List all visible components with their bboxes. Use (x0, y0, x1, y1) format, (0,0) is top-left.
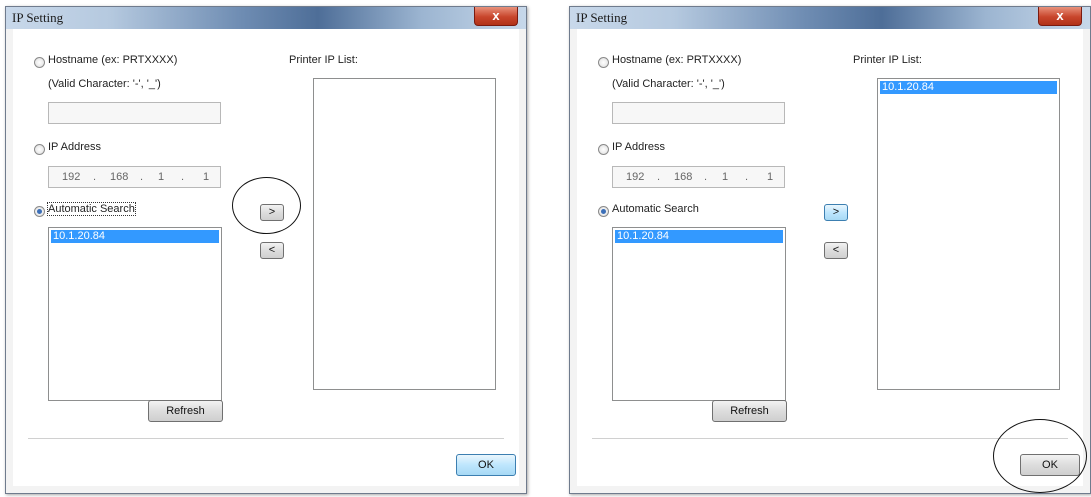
ip-setting-dialog-right: IP Setting x Hostname (ex: PRTXXXX) (Val… (569, 6, 1091, 494)
hostname-radio[interactable] (34, 57, 45, 68)
search-results-list[interactable]: 10.1.20.84 (48, 227, 222, 401)
search-results-list[interactable]: 10.1.20.84 (612, 227, 786, 401)
remove-from-list-button[interactable]: < (260, 242, 284, 259)
ip-octet-4: 1 (767, 171, 774, 183)
printer-ip-list[interactable] (313, 78, 496, 390)
close-button[interactable]: x (1038, 7, 1082, 26)
ip-setting-dialog-left: IP Setting x Hostname (ex: PRTXXXX) (Val… (5, 6, 527, 494)
valid-character-label: (Valid Character: '-', '_') (48, 78, 161, 90)
ip-dot-2: . (704, 171, 708, 183)
title-bar[interactable]: IP Setting x (6, 7, 526, 29)
ok-button[interactable]: OK (456, 454, 516, 476)
ip-address-field[interactable]: 192 . 168 . 1 . 1 (612, 166, 785, 188)
refresh-button[interactable]: Refresh (148, 400, 223, 422)
dialog-title: IP Setting (576, 10, 628, 25)
ip-dot-2: . (140, 171, 144, 183)
ip-octet-3: 1 (158, 171, 165, 183)
ip-address-field[interactable]: 192 . 168 . 1 . 1 (48, 166, 221, 188)
ip-dot-3: . (745, 171, 749, 183)
printer-ip-list[interactable]: 10.1.20.84 (877, 78, 1060, 390)
ip-octet-1: 192 (62, 171, 81, 183)
ip-octet-2: 168 (110, 171, 129, 183)
hostname-input[interactable] (48, 102, 221, 124)
automatic-search-label: Automatic Search (612, 203, 699, 215)
hostname-radio[interactable] (598, 57, 609, 68)
refresh-button[interactable]: Refresh (712, 400, 787, 422)
title-bar[interactable]: IP Setting x (570, 7, 1090, 29)
dialog-title: IP Setting (12, 10, 64, 25)
hostname-label: Hostname (ex: PRTXXXX) (612, 54, 742, 66)
valid-character-label: (Valid Character: '-', '_') (612, 78, 725, 90)
dialog-body: Hostname (ex: PRTXXXX) (Valid Character:… (577, 29, 1083, 486)
hostname-input[interactable] (612, 102, 785, 124)
divider (592, 438, 1068, 439)
ip-octet-4: 1 (203, 171, 210, 183)
dialog-body: Hostname (ex: PRTXXXX) (Valid Character:… (13, 29, 519, 486)
ip-octet-2: 168 (674, 171, 693, 183)
ip-dot-3: . (181, 171, 185, 183)
close-button[interactable]: x (474, 7, 518, 26)
automatic-search-label: Automatic Search (47, 202, 136, 216)
automatic-search-radio[interactable] (34, 206, 45, 217)
printer-ip-list-label: Printer IP List: (853, 54, 922, 66)
ip-octet-1: 192 (626, 171, 645, 183)
ip-address-radio[interactable] (34, 144, 45, 155)
highlight-circle (993, 419, 1087, 493)
ip-dot-1: . (657, 171, 661, 183)
highlight-circle (232, 177, 301, 234)
ip-address-label: IP Address (612, 141, 665, 153)
remove-from-list-button[interactable]: < (824, 242, 848, 259)
ip-address-label: IP Address (48, 141, 101, 153)
hostname-label: Hostname (ex: PRTXXXX) (48, 54, 178, 66)
ip-dot-1: . (93, 171, 97, 183)
add-to-list-button[interactable]: > (824, 204, 848, 221)
list-item[interactable]: 10.1.20.84 (615, 230, 783, 243)
automatic-search-radio[interactable] (598, 206, 609, 217)
divider (28, 438, 504, 439)
ip-address-radio[interactable] (598, 144, 609, 155)
list-item[interactable]: 10.1.20.84 (51, 230, 219, 243)
ip-octet-3: 1 (722, 171, 729, 183)
list-item[interactable]: 10.1.20.84 (880, 81, 1057, 94)
printer-ip-list-label: Printer IP List: (289, 54, 358, 66)
